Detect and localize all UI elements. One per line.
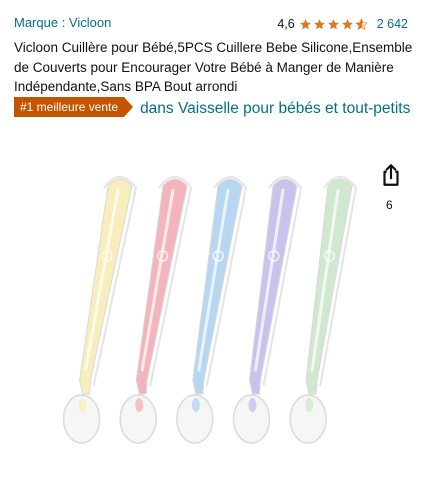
star-icon xyxy=(341,18,353,29)
spoon-3 xyxy=(176,176,248,444)
product-image[interactable] xyxy=(40,150,380,470)
star-rating[interactable] xyxy=(299,17,369,31)
spoon-5 xyxy=(289,176,358,444)
star-icon xyxy=(327,18,339,29)
share-icon[interactable] xyxy=(378,162,404,188)
rating-summary[interactable]: 4,6 2 642 xyxy=(277,17,408,31)
best-seller-row: #1 meilleure vente dans Vaisselle pour bé… xyxy=(14,97,414,120)
brand-link[interactable]: Marque : Vicloon xyxy=(14,15,111,30)
star-icon xyxy=(299,18,311,29)
best-seller-badge[interactable]: #1 meilleure vente xyxy=(14,97,134,117)
star-icon xyxy=(313,18,325,29)
share-count: 6 xyxy=(386,198,393,212)
rating-value: 4,6 xyxy=(277,17,295,31)
review-count-link[interactable]: 2 642 xyxy=(377,17,408,31)
star-half-icon xyxy=(355,17,368,30)
product-title: Vicloon Cuillère pour Bébé,5PCS Cuillere… xyxy=(14,40,413,94)
best-seller-category-link[interactable]: dans Vaisselle pour bébés et tout-petits xyxy=(140,100,410,117)
spoon-4 xyxy=(232,176,303,444)
